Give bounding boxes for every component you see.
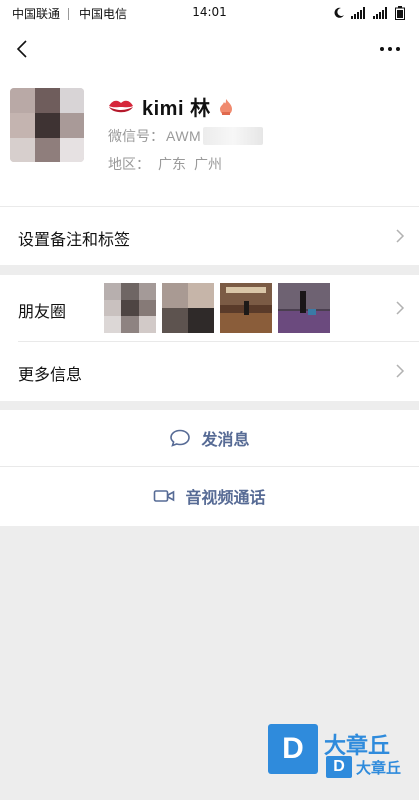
signal-icon [351,7,367,19]
status-icons [333,6,405,20]
set-remark-label: 设置备注和标签 [18,230,131,249]
battery-icon [395,6,405,20]
more-dots-icon [380,47,400,51]
moments-thumbnail-2 [162,283,214,333]
divider [0,466,419,467]
region-province: 广东 [158,157,186,173]
region-city: 广州 [194,157,222,173]
back-button[interactable] [12,38,34,60]
wechat-id-label: 微信号： [108,129,164,145]
chevron-left-icon [16,40,27,58]
more-info-label: 更多信息 [18,365,83,384]
video-call-label: 音视频通话 [185,488,266,507]
chevron-right-icon [396,229,405,243]
more-button[interactable] [377,38,403,60]
moments-section: 朋友圈 更多信息 [0,275,419,401]
contact-name: kimi 林 [142,98,211,120]
set-remark-row[interactable]: 设置备注和标签 [0,206,419,265]
profile-header: kimi 林 微信号： AWM 地区： 广东 广州 [0,26,419,206]
video-camera-icon [153,487,175,505]
moments-thumbnail-4 [278,283,330,333]
moon-icon [333,7,345,19]
profile-name-row: kimi 林 [108,92,233,121]
wechat-id-row: 微信号： AWM [108,126,264,146]
chevron-right-icon [396,301,405,315]
more-info-row[interactable]: 更多信息 [0,342,419,401]
signal-icon-2 [373,7,389,19]
watermark: D 大章丘 D 大章丘 [268,724,418,784]
wechat-id-value: AWM [166,128,202,144]
avatar[interactable] [10,88,84,162]
wechat-id-redaction [203,127,264,145]
chevron-right-icon [396,364,405,378]
moments-row[interactable]: 朋友圈 [0,275,419,341]
chat-bubble-icon [169,429,191,447]
region-label: 地区： [108,157,150,173]
send-message-label: 发消息 [201,430,250,449]
status-bar: 中国联通 中国电信 14:01 [0,0,419,26]
contact-profile-page: 中国联通 中国电信 14:01 kimi 林 微信号： AWM 地区： 广东 广… [0,0,419,800]
video-call-button[interactable]: 音视频通话 [0,468,419,524]
moments-thumbnails [104,283,330,333]
send-message-button[interactable]: 发消息 [0,410,419,466]
watermark-mini-logo: D [326,756,352,778]
actions-section: 发消息 音视频通话 [0,410,419,526]
watermark-logo: D [268,724,318,774]
watermark-mini: D 大章丘 [326,756,401,778]
moments-thumbnail-3 [220,283,272,333]
fire-badge-icon [219,98,233,116]
region-row: 地区： 广东 广州 [108,154,230,174]
moments-label: 朋友圈 [18,302,67,321]
lips-kiss-icon [108,98,134,116]
moments-thumbnail-1 [104,283,156,333]
watermark-subtitle: 大章丘 [356,758,402,777]
